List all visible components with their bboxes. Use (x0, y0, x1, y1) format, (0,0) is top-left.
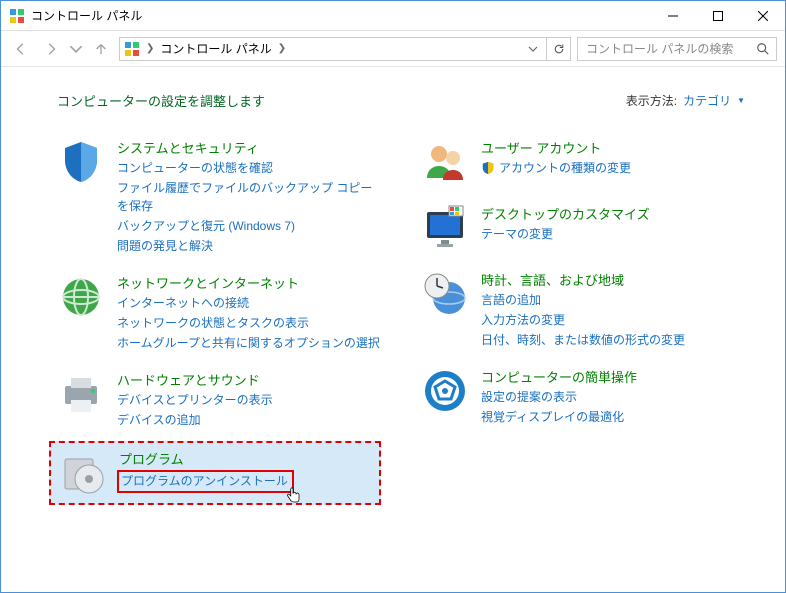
forward-button[interactable] (39, 37, 63, 61)
category-user-accounts: ユーザー アカウント アカウントの種類の変更 (421, 138, 745, 186)
category-title[interactable]: ユーザー アカウント (481, 138, 631, 157)
category-link[interactable]: 設定の提案の表示 (481, 388, 637, 406)
category-network-internet: ネットワークとインターネット インターネットへの接続 ネットワークの状態とタスク… (57, 273, 381, 352)
shield-icon (57, 138, 105, 186)
category-title[interactable]: コンピューターの簡単操作 (481, 367, 637, 386)
back-button[interactable] (9, 37, 33, 61)
address-bar[interactable]: ❯ コントロール パネル ❯ (119, 37, 547, 61)
category-title[interactable]: プログラム (119, 449, 294, 468)
left-column: システムとセキュリティ コンピューターの状態を確認 ファイル履歴でファイルのバッ… (57, 138, 381, 505)
search-input[interactable] (584, 41, 756, 57)
category-link[interactable]: インターネットへの接続 (117, 294, 380, 312)
category-link[interactable]: 言語の追加 (481, 291, 685, 309)
category-link[interactable]: コンピューターの状態を確認 (117, 159, 381, 177)
category-link[interactable]: ネットワークの状態とタスクの表示 (117, 314, 380, 332)
disc-box-icon (59, 449, 107, 497)
close-button[interactable] (740, 1, 785, 30)
category-link[interactable]: ホームグループと共有に関するオプションの選択 (117, 334, 380, 352)
category-title[interactable]: 時計、言語、および地域 (481, 270, 685, 289)
category-link[interactable]: デバイスとプリンターの表示 (117, 391, 273, 409)
hand-cursor-icon (284, 487, 302, 505)
chevron-right-icon[interactable]: ❯ (276, 43, 288, 54)
users-icon (421, 138, 469, 186)
category-link[interactable]: バックアップと復元 (Windows 7) (117, 217, 381, 235)
search-icon (756, 42, 770, 56)
category-ease-of-access: コンピューターの簡単操作 設定の提案の表示 視覚ディスプレイの最適化 (421, 367, 745, 426)
printer-icon (57, 370, 105, 418)
address-dropdown-button[interactable] (524, 44, 542, 54)
category-title[interactable]: ハードウェアとサウンド (117, 370, 273, 389)
right-column: ユーザー アカウント アカウントの種類の変更 デスクトップのカスタマイズ テーマ… (421, 138, 745, 505)
up-button[interactable] (89, 37, 113, 61)
category-clock-language-region: 時計、言語、および地域 言語の追加 入力方法の変更 日付、時刻、または数値の形式… (421, 270, 745, 349)
recent-locations-button[interactable] (69, 37, 83, 61)
chevron-down-icon: ▼ (737, 96, 745, 105)
category-link[interactable]: アカウントの種類の変更 (499, 159, 631, 177)
uac-shield-icon (481, 161, 495, 175)
category-system-security: システムとセキュリティ コンピューターの状態を確認 ファイル履歴でファイルのバッ… (57, 138, 381, 255)
toolbar: ❯ コントロール パネル ❯ (1, 31, 785, 67)
monitor-icon (421, 204, 469, 252)
category-title[interactable]: デスクトップのカスタマイズ (481, 204, 650, 223)
clock-globe-icon (421, 270, 469, 318)
maximize-button[interactable] (695, 1, 740, 30)
titlebar: コントロール パネル (1, 1, 785, 31)
category-link[interactable]: 日付、時刻、または数値の形式の変更 (481, 331, 685, 349)
category-link[interactable]: テーマの変更 (481, 225, 650, 243)
view-by-label: 表示方法: (626, 92, 677, 109)
ease-of-access-icon (421, 367, 469, 415)
category-hardware-sound: ハードウェアとサウンド デバイスとプリンターの表示 デバイスの追加 (57, 370, 381, 429)
chevron-right-icon[interactable]: ❯ (144, 43, 156, 54)
refresh-button[interactable] (547, 37, 571, 61)
window-title: コントロール パネル (31, 7, 650, 24)
category-link[interactable]: ファイル履歴でファイルのバックアップ コピーを保存 (117, 179, 381, 215)
uninstall-link-highlight: プログラムのアンインストール (117, 470, 294, 493)
view-by-selector[interactable]: 表示方法: カテゴリ ▼ (626, 92, 745, 109)
category-link[interactable]: 問題の発見と解決 (117, 237, 381, 255)
content-area: コンピューターの設定を調整します 表示方法: カテゴリ ▼ システムとセキュリテ… (1, 67, 785, 515)
minimize-button[interactable] (650, 1, 695, 30)
control-panel-icon (124, 41, 140, 57)
breadcrumb-item[interactable]: コントロール パネル (160, 40, 271, 57)
category-link[interactable]: 視覚ディスプレイの最適化 (481, 408, 637, 426)
control-panel-icon (9, 8, 25, 24)
category-appearance-personalization: デスクトップのカスタマイズ テーマの変更 (421, 204, 745, 252)
search-box[interactable] (577, 37, 777, 61)
category-programs: プログラム プログラムのアンインストール (49, 441, 381, 505)
category-link[interactable]: デバイスの追加 (117, 411, 273, 429)
globe-icon (57, 273, 105, 321)
view-by-value[interactable]: カテゴリ (683, 92, 731, 109)
category-title[interactable]: ネットワークとインターネット (117, 273, 380, 292)
category-title[interactable]: システムとセキュリティ (117, 138, 381, 157)
page-title: コンピューターの設定を調整します (57, 91, 626, 110)
category-link[interactable]: 入力方法の変更 (481, 311, 685, 329)
uninstall-programs-link[interactable]: プログラムのアンインストール (121, 474, 288, 488)
